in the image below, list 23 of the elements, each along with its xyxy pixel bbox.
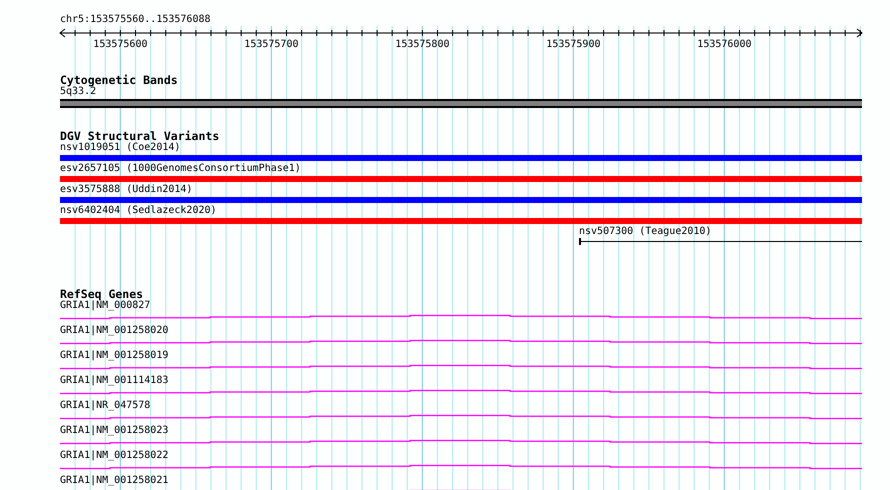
gene-label: GRIA1|NM_001258023 — [60, 425, 170, 437]
gene-label: GRIA1|NR_047578 — [60, 400, 152, 412]
gene-label: GRIA1|NM_000827 — [60, 300, 152, 312]
tick-label: 153575600 — [93, 39, 148, 51]
track-title: RefSeq Genes — [60, 288, 144, 300]
locus-label: chr5:153575560..153576088 — [60, 14, 212, 26]
variant-label: esv3575888 (Uddin2014) — [60, 184, 194, 196]
gene-label: GRIA1|NM_001258020 — [60, 325, 170, 337]
variant-label: nsv1019051 (Coe2014) — [60, 142, 182, 154]
tick-label: 153575700 — [244, 39, 298, 51]
gene-label: GRIA1|NM_001258019 — [60, 350, 170, 362]
track-title: Cytogenetic Bands — [60, 74, 179, 86]
tick-label: 153576000 — [697, 39, 752, 51]
variant-label: esv2657105 (1000GenomesConsortiumPhase1) — [60, 163, 302, 175]
gene-label: GRIA1|NM_001258022 — [60, 450, 170, 462]
gene-label: GRIA1|NM_001114183 — [60, 375, 170, 387]
tick-label: 153575900 — [546, 39, 600, 51]
gene-label: GRIA1|NM_001258021 — [60, 475, 170, 487]
band-label: 5q33.2 — [60, 86, 96, 98]
track-title: DGV Structural Variants — [60, 130, 220, 142]
tick-label: 153575800 — [395, 39, 450, 51]
variant-label: nsv6402404 (Sedlazeck2020) — [60, 205, 218, 217]
variant-label: nsv507300 (Teague2010) — [579, 226, 712, 238]
